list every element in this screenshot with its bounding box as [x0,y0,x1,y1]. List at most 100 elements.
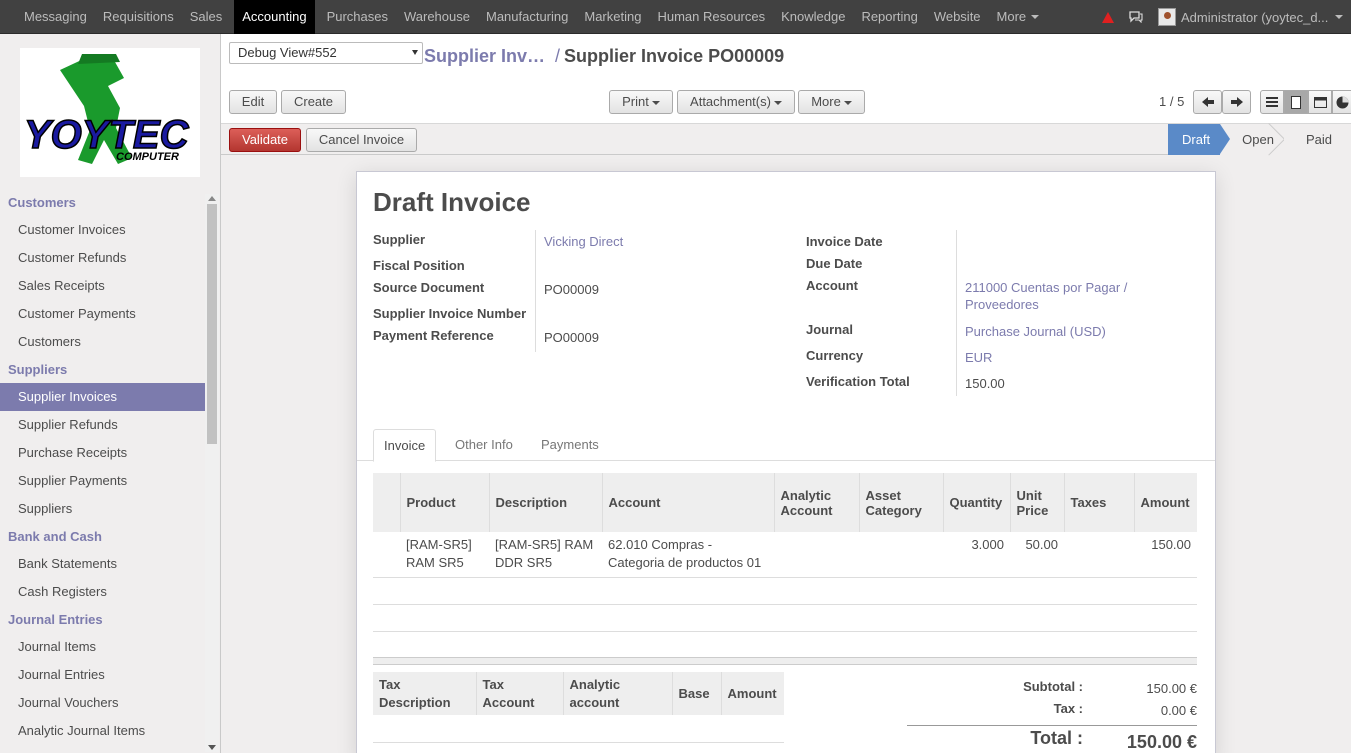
sidebar-item-customer-invoices[interactable]: Customer Invoices [0,216,205,244]
tab-invoice[interactable]: Invoice [373,429,437,462]
sidebar-item-supplier-payments[interactable]: Supplier Payments [0,467,205,495]
subtotal-label: Subtotal : [1023,679,1083,694]
supplier-invoice-number-label: Supplier Invoice Number [373,306,527,321]
column-header-asset-category[interactable]: Asset Category [858,473,943,532]
invoice-lines-table: Product Description Account Analytic Acc… [373,473,1197,632]
tab-other-info[interactable]: Other Info [445,429,523,462]
scrollbar-thumb[interactable] [207,204,217,444]
menu-sales[interactable]: Sales [182,0,231,34]
sidebar-item-analytic-journal-items[interactable]: Analytic Journal Items [0,717,205,745]
sidebar-item-sales-receipts[interactable]: Sales Receipts [0,272,205,300]
sidebar-item-supplier-refunds[interactable]: Supplier Refunds [0,411,205,439]
currency-label: Currency [806,348,864,363]
status-step-paid: Paid [1283,124,1351,155]
status-steps: Draft Open Paid [1167,124,1351,155]
column-header-analytic-account[interactable]: Analytic Account [773,473,859,532]
sidebar-item-customer-refunds[interactable]: Customer Refunds [0,244,205,272]
cancel-invoice-button[interactable]: Cancel Invoice [306,128,417,152]
sidebar-item-customers[interactable]: Customers [0,328,205,356]
print-button[interactable]: Print [609,90,673,114]
empty-row [373,577,1197,605]
scroll-down-icon[interactable] [208,745,216,750]
menu-manufacturing[interactable]: Manufacturing [478,0,576,34]
menu-human-resources[interactable]: Human Resources [649,0,773,34]
sidebar-item-purchase-receipts[interactable]: Purchase Receipts [0,439,205,467]
sidebar-item-customer-payments[interactable]: Customer Payments [0,300,205,328]
sidebar-item-suppliers[interactable]: Suppliers [0,495,205,523]
create-button[interactable]: Create [281,90,346,114]
column-header-tax-account[interactable]: Tax Account [475,672,563,715]
scroll-up-icon[interactable] [208,196,216,201]
form-title: Draft Invoice [373,187,531,217]
menu-warehouse[interactable]: Warehouse [396,0,478,34]
user-avatar[interactable] [1158,8,1176,26]
chevron-down-icon[interactable] [1335,15,1343,19]
payment-reference-label: Payment Reference [373,328,494,343]
supplier-field[interactable]: Vicking Direct [544,234,623,249]
currency-field[interactable]: EUR [965,350,992,365]
tax-value: 0.00 € [1160,703,1197,718]
account-field[interactable]: 211000 Cuentas por Pagar / Proveedores [965,280,1127,312]
company-logo[interactable]: YOYTEC COMPUTER [20,48,200,177]
user-name[interactable]: Administrator (yoytec_d... [1181,10,1331,25]
menu-messaging[interactable]: Messaging [16,0,95,34]
edit-button[interactable]: Edit [229,90,277,114]
validate-button[interactable]: Validate [229,128,302,152]
list-view-button[interactable] [1260,90,1284,114]
sidebar-item-supplier-invoices[interactable]: Supplier Invoices [0,383,205,411]
column-header-description[interactable]: Description [488,473,602,532]
breadcrumb-separator: / [555,46,561,66]
more-button[interactable]: More [798,90,865,114]
tab-payments[interactable]: Payments [531,429,609,462]
debug-view-select[interactable]: Debug View#552 [229,42,423,64]
cell-amount: 150.00 [1134,532,1197,578]
menu-reporting[interactable]: Reporting [853,0,925,34]
column-header-tax-amount[interactable]: Amount [720,672,784,715]
column-header-amount[interactable]: Amount [1133,473,1197,532]
pager-counter[interactable]: 1 / 5 [1159,94,1184,109]
attachments-button[interactable]: Attachment(s) [677,90,795,114]
column-header-unit-price[interactable]: Unit Price [1009,473,1064,532]
table-row[interactable]: [RAM-SR5] RAM SR5 [RAM-SR5] RAM DDR SR5 … [373,532,1197,578]
column-header-quantity[interactable]: Quantity [942,473,1010,532]
total-value: 150.00 € [1126,732,1197,752]
column-header-analytic-account[interactable]: Analytic account [562,672,672,715]
column-header-tax-description[interactable]: Tax Description [373,672,476,715]
sidebar-scrollbar[interactable] [205,194,219,752]
cell-account: 62.010 Compras - Categoria de productos … [602,532,774,578]
graph-view-button[interactable] [1332,90,1351,114]
form-view-button[interactable] [1284,90,1308,114]
status-step-draft: Draft [1167,124,1231,155]
sidebar-item-journal-vouchers[interactable]: Journal Vouchers [0,689,205,717]
menu-requisitions[interactable]: Requisitions [95,0,182,34]
menu-website[interactable]: Website [926,0,989,34]
column-header-taxes[interactable]: Taxes [1063,473,1134,532]
menu-purchases[interactable]: Purchases [319,0,396,34]
due-date-label: Due Date [806,256,863,271]
sidebar-item-journal-items[interactable]: Journal Items [0,633,205,661]
calendar-view-button[interactable] [1308,90,1332,114]
menu-knowledge[interactable]: Knowledge [773,0,853,34]
warning-icon[interactable] [1094,0,1122,34]
sidebar-item-cash-registers[interactable]: Cash Registers [0,578,205,606]
notebook-tabs: Invoice Other Info Payments [357,429,1215,462]
sidebar-item-journal-entries[interactable]: Journal Entries [0,661,205,689]
account-line-2: Proveedores [965,297,1039,312]
column-header-handle [373,473,400,532]
next-record-button[interactable] [1222,90,1251,114]
menu-marketing[interactable]: Marketing [576,0,649,34]
tax-label: Tax : [1053,701,1083,716]
breadcrumb-parent[interactable]: Supplier Inv… [424,46,545,66]
column-header-base[interactable]: Base [671,672,721,715]
column-header-product[interactable]: Product [399,473,489,532]
svg-text:COMPUTER: COMPUTER [116,151,179,163]
previous-record-button[interactable] [1193,90,1222,114]
menu-accounting[interactable]: Accounting [234,0,315,34]
journal-field[interactable]: Purchase Journal (USD) [965,324,1106,339]
chat-icon[interactable] [1122,0,1150,34]
print-label: Print [622,94,649,109]
sidebar-item-bank-statements[interactable]: Bank Statements [0,550,205,578]
breadcrumb: Supplier Inv… / Supplier Invoice PO00009 [424,46,784,67]
menu-more[interactable]: More [989,0,1048,34]
column-header-account[interactable]: Account [601,473,774,532]
